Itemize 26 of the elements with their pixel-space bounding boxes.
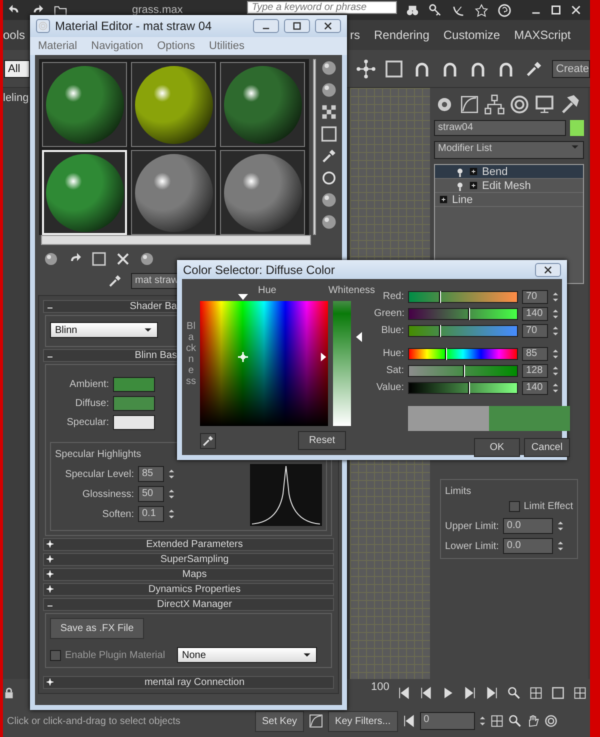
- checkbox-label: Limit Effect: [524, 500, 573, 514]
- field-label: Upper Limit:: [445, 520, 499, 534]
- channel-label: Blue:: [380, 324, 404, 338]
- checkbox-label: Enable Plugin Material: [65, 648, 166, 662]
- color-label: Specular:: [66, 416, 109, 430]
- channel-label: Red:: [382, 290, 404, 304]
- file-title: grass.max: [132, 2, 183, 18]
- field-label: Specular Level:: [65, 468, 134, 482]
- channel-label: Hue:: [382, 347, 404, 361]
- window-title: Material Editor - mat straw 04: [55, 18, 213, 35]
- channel-label: Sat:: [385, 364, 404, 378]
- blackness-label: Blackness: [186, 321, 196, 387]
- hue-label: Hue: [258, 284, 276, 297]
- color-label: Diffuse:: [75, 397, 109, 411]
- color-label: Ambient:: [70, 378, 109, 392]
- window-title: Color Selector: Diffuse Color: [183, 262, 335, 278]
- channel-label: Value:: [375, 381, 404, 395]
- field-label: Soften:: [102, 508, 134, 522]
- status-text: Click or click-and-drag to select objects: [6, 714, 182, 728]
- channel-label: Green:: [374, 307, 404, 321]
- timeline-end-label: 100: [371, 680, 390, 695]
- field-label: Glossiness:: [82, 488, 134, 502]
- group-title: Specular Highlights: [55, 448, 142, 462]
- whiteness-label: Whiteness: [328, 284, 376, 297]
- group-title: Limits: [445, 485, 472, 499]
- field-label: Lower Limit:: [445, 540, 499, 554]
